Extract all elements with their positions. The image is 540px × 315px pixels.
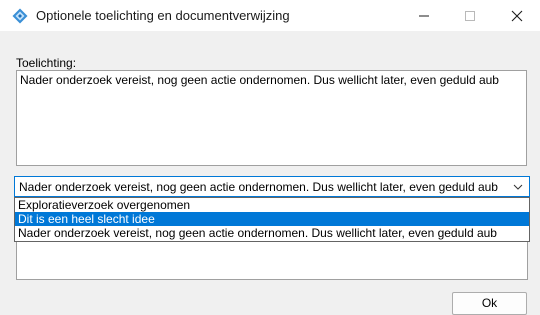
dropdown-option[interactable]: Nader onderzoek vereist, nog geen actie … [15, 226, 529, 240]
window-title: Optionele toelichting en documentverwijz… [36, 8, 290, 23]
chevron-down-icon[interactable] [509, 177, 527, 196]
toelichting-label: Toelichting: [16, 56, 77, 70]
combobox-dropdown-list: Exploratieverzoek overgenomen Dit is een… [14, 197, 530, 242]
dialog-body: Toelichting: Nader onderzoek vereist, no… [0, 31, 540, 315]
app-diamond-icon [12, 8, 28, 24]
dropdown-option-highlighted[interactable]: Dit is een heel slecht idee [15, 212, 529, 226]
maximize-button[interactable] [447, 0, 493, 31]
dropdown-option[interactable]: Exploratieverzoek overgenomen [15, 198, 529, 212]
title-bar: Optionele toelichting en documentverwijz… [0, 0, 540, 31]
minimize-icon [419, 15, 429, 16]
combobox-value: Nader onderzoek vereist, nog geen actie … [19, 180, 498, 194]
minimize-button[interactable] [401, 0, 447, 31]
close-button[interactable] [494, 0, 540, 31]
toelichting-textarea[interactable]: Nader onderzoek vereist, nog geen actie … [16, 70, 527, 166]
ok-button[interactable]: Ok [452, 292, 527, 315]
maximize-icon [465, 10, 475, 21]
toelichting-combobox[interactable]: Nader onderzoek vereist, nog geen actie … [14, 176, 530, 197]
close-icon [511, 10, 523, 21]
